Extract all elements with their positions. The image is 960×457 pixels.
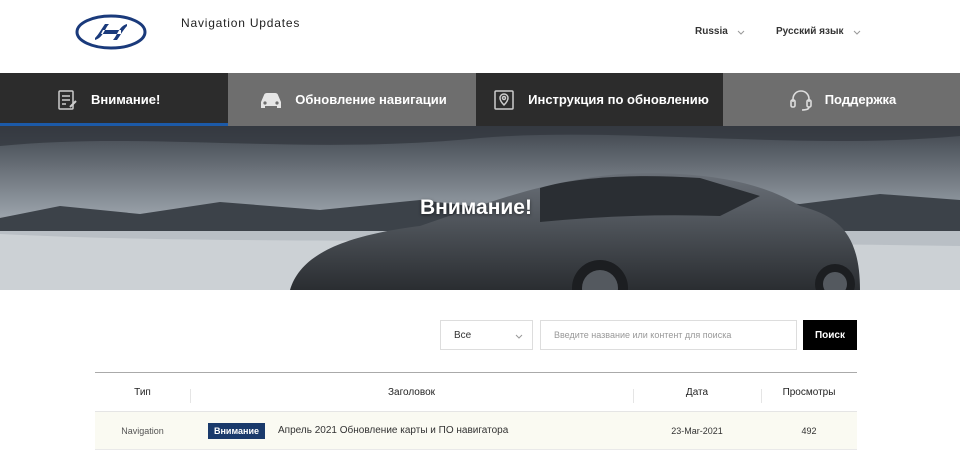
tab-label: Внимание! bbox=[91, 92, 161, 107]
row-type: Navigation bbox=[121, 425, 164, 436]
tab-attention[interactable]: Внимание! bbox=[0, 73, 240, 126]
country-label: Russia bbox=[695, 26, 728, 37]
tab-label: Инструкция по обновлению bbox=[528, 92, 709, 107]
category-selected-value: Все bbox=[454, 330, 472, 341]
document-icon bbox=[53, 86, 81, 114]
tab-navigation-update[interactable]: Обновление навигации bbox=[228, 73, 476, 126]
chevron-down-icon bbox=[737, 30, 745, 35]
chevron-down-icon bbox=[515, 334, 523, 339]
main-tabs: Внимание! Обновление навигации Инструкци… bbox=[0, 73, 960, 126]
table-row[interactable]: Navigation Внимание Апрель 2021 Обновлен… bbox=[95, 412, 857, 450]
row-title-link[interactable]: Апрель 2021 Обновление карты и ПО навига… bbox=[278, 425, 508, 436]
table-header: Тип Заголовок Дата Просмотры bbox=[95, 372, 857, 412]
tab-label: Обновление навигации bbox=[295, 92, 447, 107]
search-input[interactable] bbox=[540, 320, 797, 350]
tab-support[interactable]: Поддержка bbox=[723, 73, 960, 126]
headset-icon bbox=[787, 86, 815, 114]
hero-title: Внимание! bbox=[420, 196, 532, 219]
row-date: 23-Mar-2021 bbox=[671, 425, 723, 436]
hero-banner: Внимание! bbox=[0, 126, 960, 290]
language-label: Русский язык bbox=[776, 26, 844, 37]
updates-table: Тип Заголовок Дата Просмотры Navigation … bbox=[95, 372, 857, 450]
header: Navigation Updates Russia Русский язык bbox=[0, 0, 960, 73]
site-title: Navigation Updates bbox=[181, 16, 301, 30]
status-badge: Внимание bbox=[208, 422, 265, 439]
row-views: 492 bbox=[801, 425, 817, 436]
search-button[interactable]: Поиск bbox=[803, 320, 857, 350]
hyundai-logo[interactable] bbox=[75, 14, 147, 50]
map-pin-icon bbox=[490, 86, 518, 114]
tab-label: Поддержка bbox=[824, 92, 897, 107]
car-icon bbox=[257, 86, 285, 114]
language-selector[interactable]: Русский язык bbox=[776, 26, 862, 37]
row-title-cell: Внимание Апрель 2021 Обновление карты и … bbox=[190, 422, 633, 439]
chevron-down-icon bbox=[853, 30, 860, 35]
column-header-type[interactable]: Тип bbox=[95, 387, 190, 398]
category-select[interactable]: Все bbox=[440, 320, 533, 350]
column-header-date[interactable]: Дата bbox=[633, 387, 761, 403]
tab-update-instructions[interactable]: Инструкция по обновлению bbox=[476, 73, 723, 126]
column-header-title[interactable]: Заголовок bbox=[190, 387, 633, 403]
column-header-views[interactable]: Просмотры bbox=[761, 387, 857, 403]
country-selector[interactable]: Russia bbox=[695, 26, 746, 37]
